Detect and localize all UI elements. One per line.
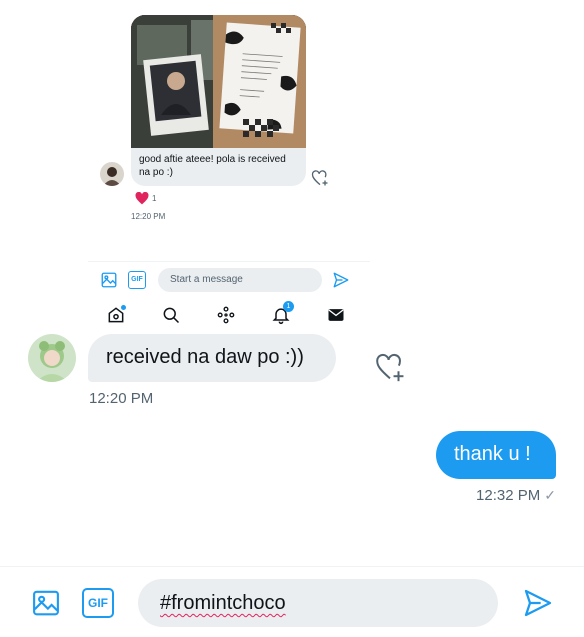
outgoing-message-bubble[interactable]: thank u ! xyxy=(436,431,556,479)
notification-badge: 1 xyxy=(283,301,294,312)
nested-timestamp: 12:20 PM xyxy=(131,212,166,221)
home-icon[interactable] xyxy=(106,305,126,325)
message-input-text: #fromintchoco xyxy=(160,592,286,614)
envelope-icon[interactable] xyxy=(326,305,346,325)
spaces-icon[interactable] xyxy=(216,305,236,325)
gif-icon[interactable]: GIF xyxy=(128,271,146,289)
heart-plus-icon[interactable] xyxy=(372,350,408,384)
nested-composer: GIF Start a message xyxy=(88,261,370,297)
reaction-summary[interactable]: 1 xyxy=(135,192,156,205)
nested-message-input[interactable]: Start a message xyxy=(158,268,322,292)
heart-icon xyxy=(135,192,149,205)
image-icon[interactable] xyxy=(100,271,118,294)
embedded-screenshot: good aftie ateee! pola is received na po… xyxy=(88,0,370,330)
send-icon[interactable] xyxy=(522,587,554,619)
nested-message-bubble: good aftie ateee! pola is received na po… xyxy=(131,148,306,186)
nested-avatar[interactable] xyxy=(100,162,124,186)
sent-check-icon: ✓ xyxy=(544,487,556,503)
message-composer: GIF #fromintchoco xyxy=(0,566,584,637)
incoming-timestamp: 12:20 PM xyxy=(89,390,154,407)
message-input[interactable]: #fromintchoco xyxy=(138,579,498,627)
image-icon[interactable] xyxy=(30,588,62,618)
sender-avatar[interactable] xyxy=(28,334,76,382)
bell-icon[interactable]: 1 xyxy=(271,301,294,325)
heart-plus-icon[interactable] xyxy=(310,168,330,188)
gif-icon[interactable]: GIF xyxy=(82,588,114,618)
incoming-message-bubble[interactable]: received na daw po :)) xyxy=(88,334,336,382)
reaction-count: 1 xyxy=(152,194,157,203)
send-icon[interactable] xyxy=(332,271,350,294)
nested-bottom-nav: 1 xyxy=(88,300,370,330)
outgoing-meta: 12:32 PM ✓ xyxy=(476,487,556,504)
search-icon[interactable] xyxy=(161,305,181,325)
shared-photo[interactable] xyxy=(131,15,306,148)
outgoing-timestamp: 12:32 PM xyxy=(476,487,541,504)
